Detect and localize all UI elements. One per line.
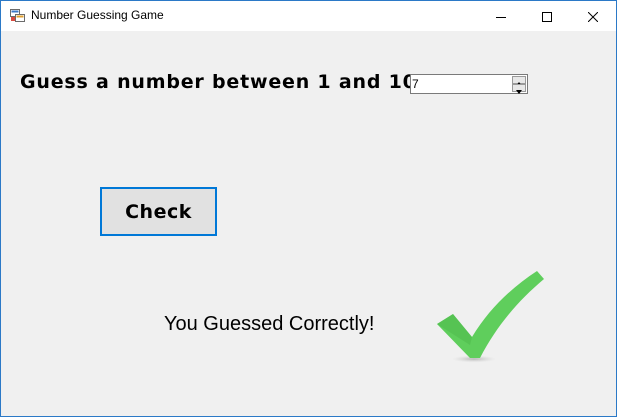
window-title: Number Guessing Game <box>31 8 164 22</box>
stepper-buttons <box>512 76 526 94</box>
guess-number-stepper[interactable] <box>410 74 528 94</box>
arrow-down-icon <box>516 79 522 98</box>
result-message: You Guessed Correctly! <box>164 313 375 335</box>
title-bar[interactable]: Number Guessing Game <box>1 1 616 31</box>
minimize-icon <box>496 7 506 26</box>
green-checkmark-icon <box>431 265 547 365</box>
guess-prompt-label: Guess a number between 1 and 10. <box>20 71 425 93</box>
maximize-button[interactable] <box>524 1 570 31</box>
form-client-area: Guess a number between 1 and 10. Check Y… <box>1 31 616 416</box>
app-window: Number Guessing Game Guess a number betw… <box>0 0 617 417</box>
app-icon <box>10 8 25 23</box>
minimize-button[interactable] <box>478 1 524 31</box>
maximize-icon <box>542 7 552 26</box>
check-button[interactable]: Check <box>100 187 217 236</box>
close-button[interactable] <box>570 1 616 31</box>
guess-number-input[interactable] <box>411 75 512 93</box>
close-icon <box>587 7 599 26</box>
stepper-down-button[interactable] <box>512 84 526 94</box>
